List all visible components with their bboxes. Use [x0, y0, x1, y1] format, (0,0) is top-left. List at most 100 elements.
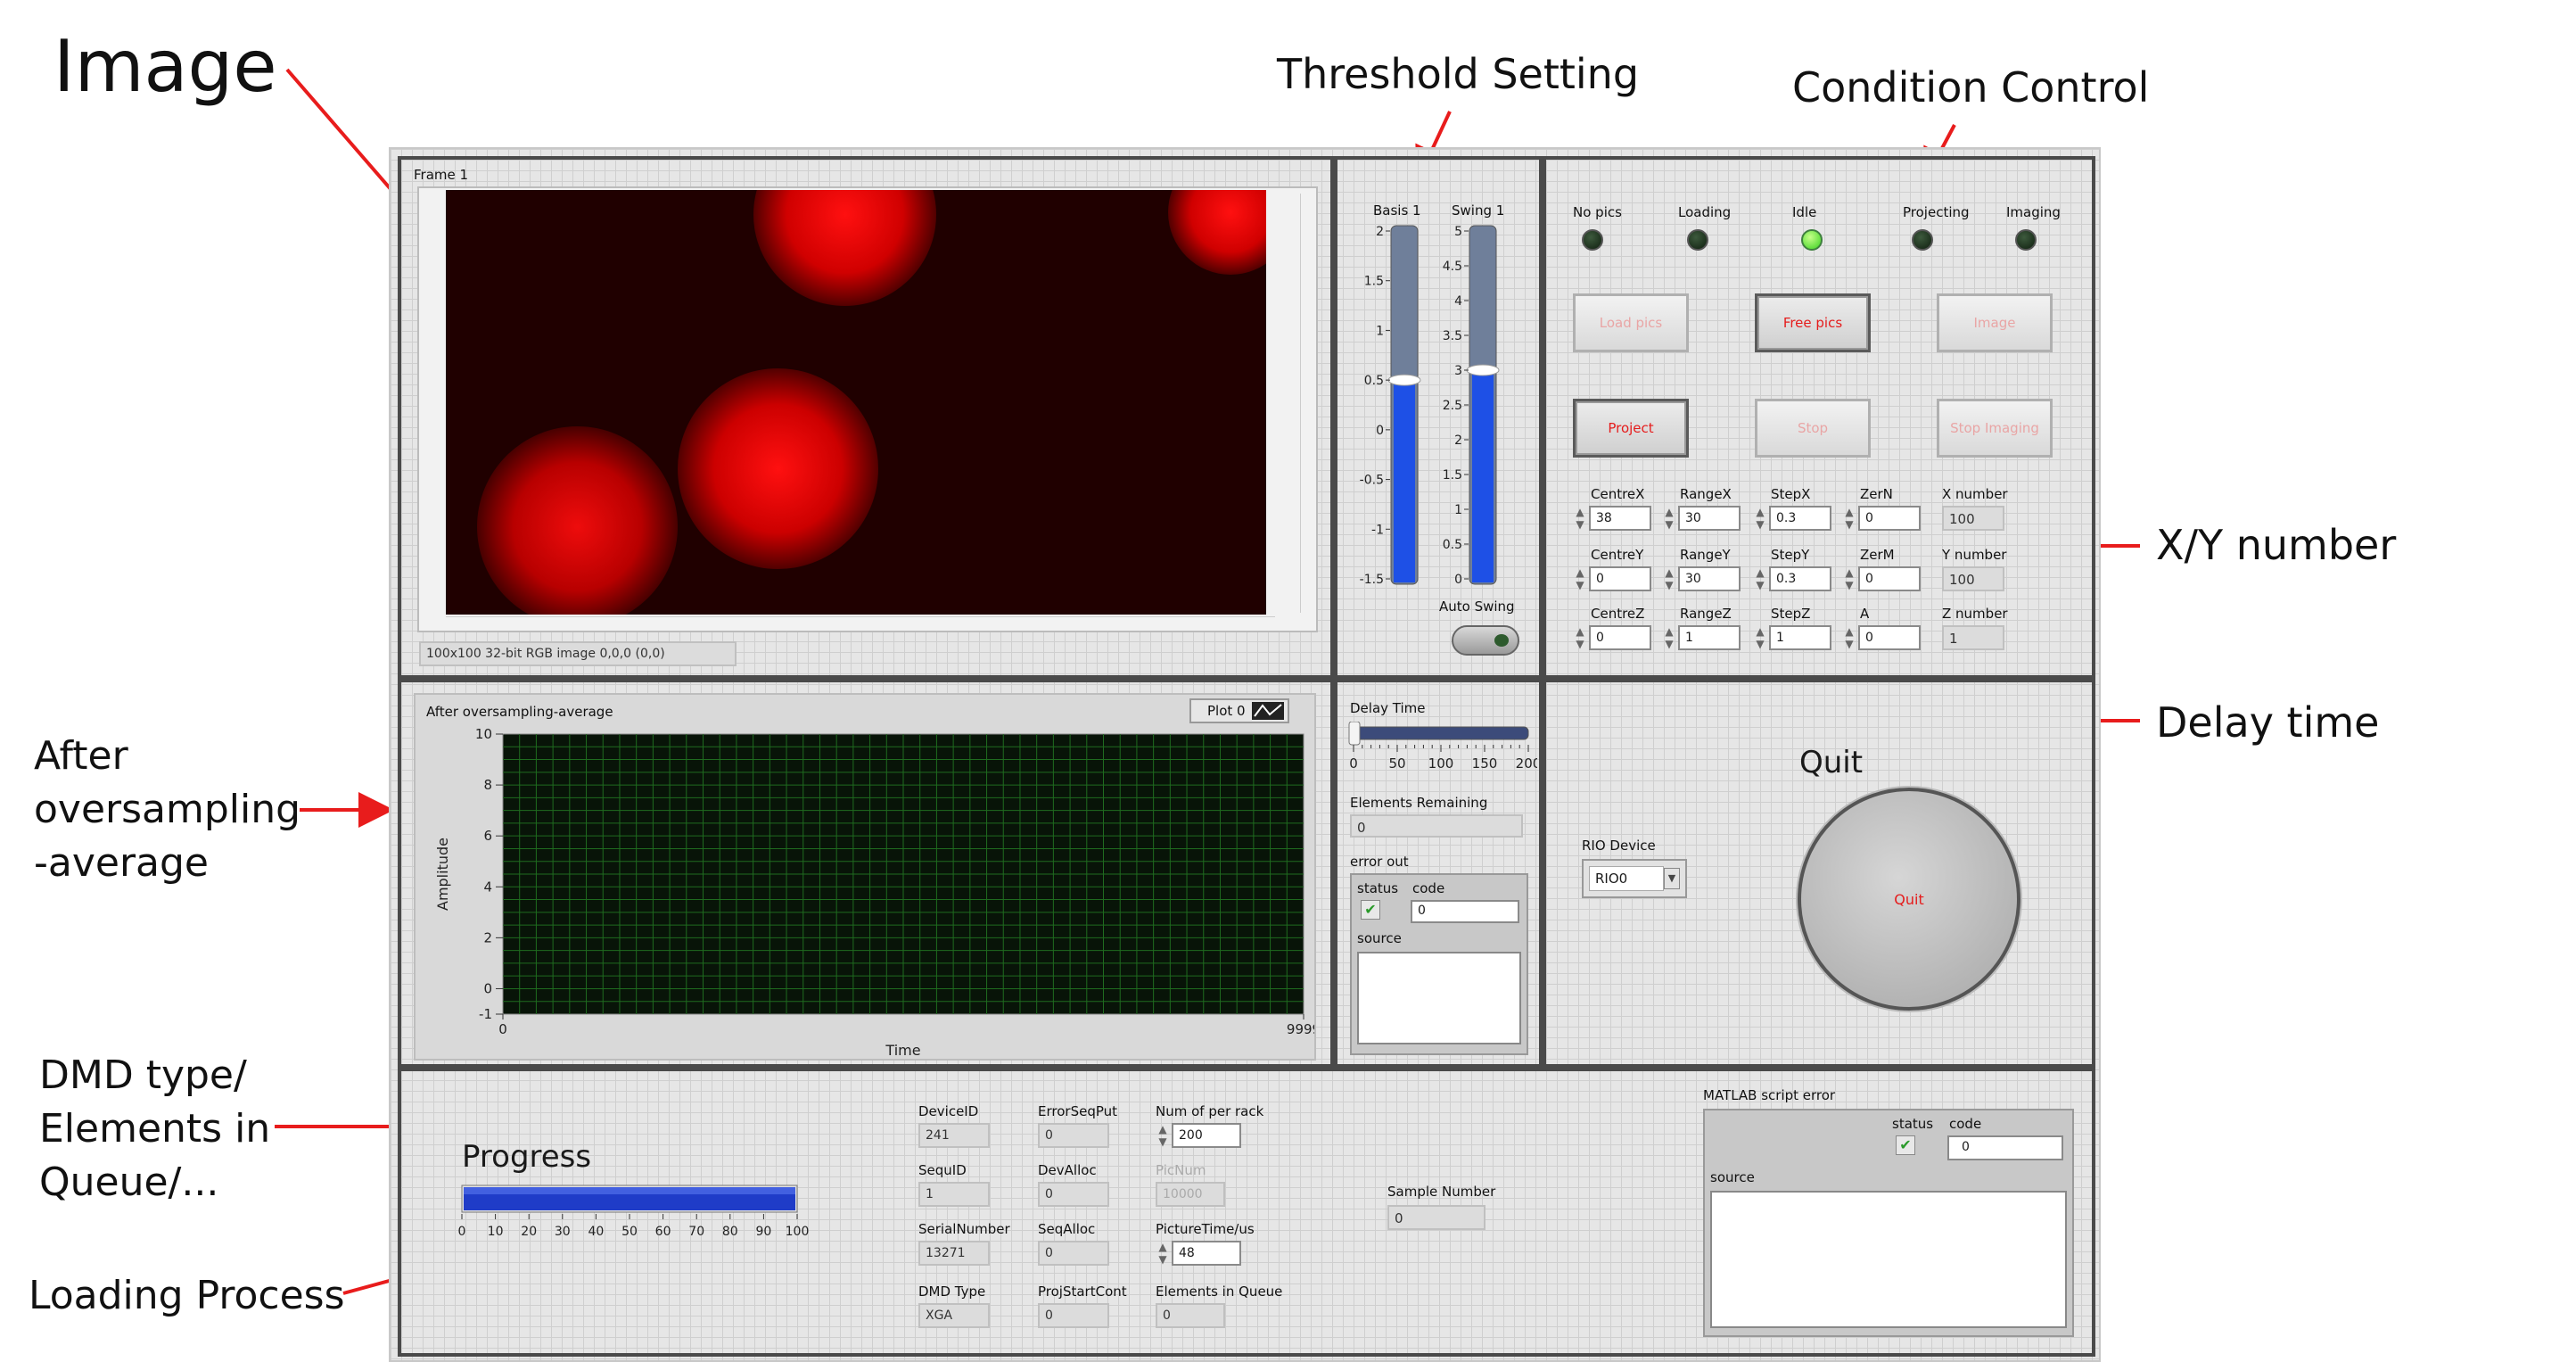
- dmd-label-sequ-id: SequID: [918, 1162, 967, 1178]
- dmd-value-picture-time[interactable]: 48: [1172, 1241, 1241, 1266]
- param-input-zer-n[interactable]: 0: [1858, 506, 1921, 531]
- y-tick-label: 6: [483, 828, 492, 844]
- dmd-value-error-seq-put: 0: [1038, 1123, 1109, 1148]
- swing-tick-label: 2.5: [1443, 399, 1462, 413]
- spinner-arrows-icon[interactable]: ▲ ▼: [1662, 625, 1676, 650]
- error-source-text[interactable]: [1357, 952, 1521, 1044]
- spinner-arrows-icon[interactable]: ▲ ▼: [1753, 625, 1767, 650]
- matlab-code-value[interactable]: 0: [1947, 1135, 2063, 1160]
- spinner-arrows-icon[interactable]: ▲ ▼: [1573, 506, 1587, 531]
- matlab-source-label: source: [1710, 1169, 1755, 1185]
- spinner-arrows-icon[interactable]: ▲ ▼: [1842, 566, 1856, 591]
- annotation-xy-number: X/Y number: [2156, 521, 2397, 569]
- dmd-label-serial-number: SerialNumber: [918, 1221, 1010, 1237]
- plot-line-icon: [1252, 702, 1284, 720]
- param-input-centre-z[interactable]: 0: [1589, 625, 1651, 650]
- annotation-dmd-line2: Elements in: [39, 1106, 271, 1152]
- swing-fill: [1472, 370, 1494, 582]
- led-label-2: Idle: [1792, 204, 1817, 220]
- param-indicator-x-number: 100: [1942, 506, 2004, 531]
- progress-tick-label: 30: [555, 1225, 571, 1239]
- dmd-value-serial-number: 13271: [918, 1241, 990, 1266]
- dmd-value-dev-alloc: 0: [1038, 1182, 1109, 1207]
- delay-tick-label: 150: [1472, 755, 1498, 772]
- param-input-range-z[interactable]: 1: [1678, 625, 1741, 650]
- spinner-arrows-icon[interactable]: ▲ ▼: [1573, 625, 1587, 650]
- free-pics-button[interactable]: Free pics: [1755, 293, 1871, 352]
- dmd-label-error-seq-put: ErrorSeqPut: [1038, 1103, 1118, 1119]
- param-label-centre-x: CentreX: [1591, 486, 1645, 502]
- waveform-graph: After oversampling-average Plot 0 10 8 6 4 2…: [414, 693, 1316, 1061]
- spinner-arrows-icon[interactable]: ▲ ▼: [1156, 1123, 1170, 1148]
- param-label-centre-z: CentreZ: [1591, 606, 1645, 622]
- waveform-graph-section: After oversampling-average Plot 0 10 8 6 4 2…: [398, 679, 1334, 1068]
- image-horizontal-scrollbar[interactable]: [446, 616, 1275, 629]
- auto-swing-toggle[interactable]: [1452, 625, 1519, 656]
- spinner-arrows-icon[interactable]: ▲ ▼: [1753, 506, 1767, 531]
- delay-time-slider[interactable]: 0 50 100 150 200: [1345, 722, 1537, 775]
- param-label-step-z: StepZ: [1771, 606, 1811, 622]
- rio-device-value: RIO0: [1589, 866, 1664, 891]
- spinner-arrows-icon[interactable]: ▲ ▼: [1842, 506, 1856, 531]
- spinner-arrows-icon[interactable]: ▲ ▼: [1842, 625, 1856, 650]
- error-code-value[interactable]: 0: [1411, 900, 1519, 923]
- dmd-label-pic-num: PicNum: [1156, 1162, 1206, 1178]
- swing-tick-label: 3.5: [1443, 329, 1462, 343]
- load-pics-button[interactable]: Load pics: [1573, 293, 1689, 352]
- basis-tick-label: 1: [1376, 324, 1384, 338]
- x-tick-label: 9999: [1287, 1021, 1314, 1037]
- spinner-arrows-icon[interactable]: ▲ ▼: [1662, 566, 1676, 591]
- y-tick-label: 4: [483, 879, 492, 895]
- fluorescence-image[interactable]: [446, 190, 1266, 615]
- annotation-after-line2: oversampling: [34, 787, 301, 832]
- param-input-centre-y[interactable]: 0: [1589, 566, 1651, 591]
- param-input-step-z[interactable]: 1: [1769, 625, 1831, 650]
- stop-button[interactable]: Stop: [1755, 399, 1871, 458]
- spinner-arrows-icon[interactable]: ▲ ▼: [1156, 1241, 1170, 1266]
- swing-tick-label: 2: [1454, 433, 1462, 448]
- param-input-step-y[interactable]: 0.3: [1769, 566, 1831, 591]
- progress-tick-label: 100: [786, 1225, 810, 1239]
- progress-tick-label: 60: [655, 1225, 671, 1239]
- annotation-dmd-line3: Queue/...: [39, 1160, 219, 1205]
- matlab-source-text[interactable]: [1710, 1191, 2067, 1328]
- annotation-condition-control: Condition Control: [1792, 63, 2150, 111]
- stop-imaging-button[interactable]: Stop Imaging: [1937, 399, 2053, 458]
- param-input-a[interactable]: 0: [1858, 625, 1921, 650]
- spinner-arrows-icon[interactable]: ▲ ▼: [1573, 566, 1587, 591]
- annotation-after-line1: After: [34, 733, 128, 779]
- matlab-status-label: status: [1892, 1116, 1934, 1132]
- param-input-step-x[interactable]: 0.3: [1769, 506, 1831, 531]
- swing-label: Swing 1: [1452, 202, 1505, 219]
- image-display-frame[interactable]: [417, 186, 1318, 632]
- param-input-centre-x[interactable]: 38: [1589, 506, 1651, 531]
- delay-tick-label: 100: [1428, 755, 1454, 772]
- graph-plot-area[interactable]: 10 8 6 4 2 0 -1 0 9999 Time Amplitude: [416, 725, 1314, 1059]
- rio-device-select[interactable]: RIO0 ▼: [1582, 859, 1687, 898]
- progress-tick-label: 40: [588, 1225, 604, 1239]
- plot-legend[interactable]: Plot 0: [1189, 698, 1289, 723]
- x-tick-label: 0: [498, 1021, 507, 1037]
- image-button[interactable]: Image: [1937, 293, 2053, 352]
- chevron-down-icon[interactable]: ▼: [1664, 868, 1680, 889]
- spinner-arrows-icon[interactable]: ▲ ▼: [1753, 566, 1767, 591]
- quit-button[interactable]: Quit: [1798, 788, 2020, 1011]
- basis-tick-label: 2: [1376, 225, 1384, 239]
- threshold-section: Basis 1 Swing 1 2 1.5 1 0.5 0 -0.5 -1 -1.5 5 4.5 4…: [1334, 156, 1543, 679]
- param-input-zer-m[interactable]: 0: [1858, 566, 1921, 591]
- param-input-range-y[interactable]: 30: [1678, 566, 1741, 591]
- swing-tick-label: 5: [1454, 225, 1462, 239]
- delay-section: Delay Time 0 50 100 150 200 Elements Remaini…: [1334, 679, 1543, 1068]
- dmd-value-num-per-rack[interactable]: 200: [1172, 1123, 1241, 1148]
- image-vertical-scrollbar[interactable]: [1300, 194, 1313, 613]
- project-button[interactable]: Project: [1573, 399, 1689, 458]
- param-input-range-x[interactable]: 30: [1678, 506, 1741, 531]
- swing-tick-label: 0.5: [1443, 538, 1462, 552]
- threshold-sliders[interactable]: 2 1.5 1 0.5 0 -0.5 -1 -1.5 5 4.5 4 3.5 3 2.5 2 1.5 1 0.5 0: [1337, 222, 1539, 597]
- auto-swing-label: Auto Swing: [1439, 598, 1515, 615]
- spinner-arrows-icon[interactable]: ▲ ▼: [1662, 506, 1676, 531]
- led-label-3: Projecting: [1903, 204, 1970, 220]
- matlab-error-label: MATLAB script error: [1703, 1087, 1836, 1103]
- progress-tick-label: 50: [621, 1225, 638, 1239]
- progress-bar: 0 10 20 30 40 50 60 70 80 90 100: [458, 1185, 810, 1239]
